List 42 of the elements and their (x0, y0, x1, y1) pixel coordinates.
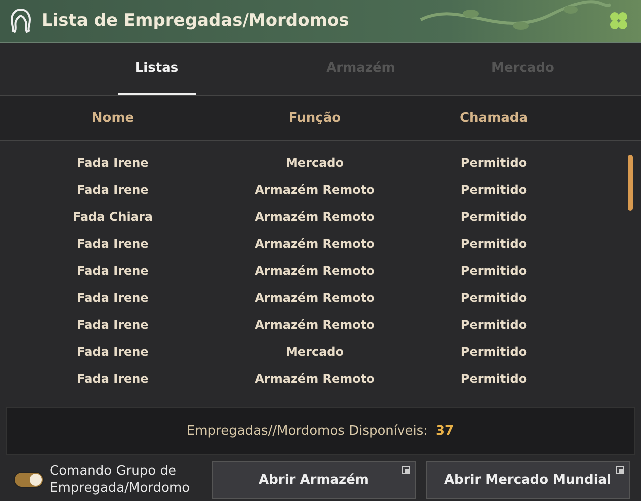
clover-icon[interactable] (609, 11, 629, 31)
table-cell-text: Fada Chiara (72, 210, 154, 224)
table-cell-text: Armazém Remoto (254, 264, 376, 278)
table-cell-text: Permitido (460, 182, 528, 196)
popout-icon (616, 466, 624, 474)
table-cell-text: Fada Irene (76, 290, 150, 304)
table-cell-text: Permitido (460, 344, 528, 358)
table-cell-text: Fada Irene (76, 344, 150, 358)
table-cell-text: Armazém Remoto (254, 290, 376, 304)
table-cell-text: Permitido (460, 318, 528, 332)
table-cell-text: Armazém Remoto (254, 372, 376, 386)
toggle-switch[interactable] (14, 472, 44, 488)
table-cell-text: Fada Irene (76, 372, 150, 386)
column-header: Função (288, 110, 342, 126)
table-cell-text: Armazém Remoto (254, 236, 376, 250)
table-cell-text: Fada Irene (76, 236, 150, 250)
column-header: Chamada (459, 110, 529, 126)
table-cell-text: Permitido (460, 372, 528, 386)
popout-icon (402, 466, 410, 474)
window-title: Lista de Empregadas/Mordomos (42, 11, 350, 31)
table-cell-text: Armazém Remoto (254, 182, 376, 196)
scrollbar[interactable] (628, 155, 633, 211)
table-cell-text: Permitido (460, 264, 528, 278)
table-cell-text: Mercado (284, 156, 346, 170)
hair-icon (10, 8, 32, 34)
table-cell-text: Fada Irene (76, 156, 150, 170)
table-cell-text: Permitido (460, 210, 528, 224)
table-cell-text: Fada Irene (76, 182, 150, 196)
table-cell-text: Permitido (460, 290, 528, 304)
summary-count: 37 (436, 424, 454, 438)
action-button[interactable]: Abrir Mercado Mundial (426, 461, 630, 499)
table-cell-text: Mercado (284, 344, 346, 358)
summary-label: Empregadas//Mordomos Disponíveis: (186, 424, 428, 438)
table-cell-text: Fada Irene (76, 318, 150, 332)
action-button[interactable]: Abrir Armazém (212, 461, 416, 499)
table-cell-text: Armazém Remoto (254, 318, 376, 332)
table-cell-text: Armazém Remoto (254, 210, 376, 224)
table-cell-text: Permitido (460, 236, 528, 250)
column-header: Nome (90, 110, 136, 126)
table-cell-text: Permitido (460, 156, 528, 170)
table-cell-text: Fada Irene (76, 264, 150, 278)
toggle-label: Comando Grupo de Empregada/Mordomo (50, 463, 192, 497)
